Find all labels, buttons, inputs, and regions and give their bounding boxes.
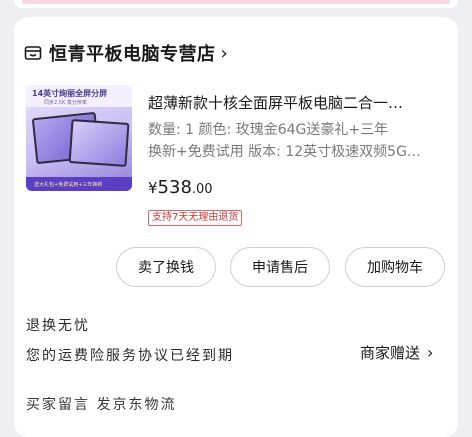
product-title[interactable]: 超薄新款十核全面屏平板电脑二合一… <box>148 92 444 113</box>
price-decimal: .00 <box>191 182 213 197</box>
tablet-image-secondary <box>68 119 130 167</box>
after-sales-button[interactable]: 申请售后 <box>230 247 330 287</box>
store-name[interactable]: 恒青平板电脑专营店 <box>49 40 216 66</box>
buyer-message: 买家留言 发京东物流 <box>26 397 177 413</box>
product-thumbnail[interactable]: 14英寸绚丽全屏分屏 同步2.5K 真分辨率 送大礼包+免费试用+三年换新 <box>26 85 132 191</box>
order-card: 恒青平板电脑专营店 › 14英寸绚丽全屏分屏 同步2.5K 真分辨率 送大礼包+… <box>14 17 458 437</box>
thumbnail-banner-subtitle: 同步2.5K 真分辨率 <box>44 100 87 106</box>
chevron-right-icon: › <box>427 343 434 362</box>
previous-card-edge <box>14 0 458 8</box>
product-spec-line-2: 换新+免费试用 版本: 12英寸极速双频5G… <box>148 144 421 160</box>
insurance-note: 您的运费险服务协议已经到期 <box>26 348 234 364</box>
merchant-gift-link[interactable]: 商家赠送 › <box>360 342 433 363</box>
previous-card-accent <box>22 0 450 4</box>
price-integer: 538 <box>157 177 192 198</box>
return-note: 退换无忧 <box>26 318 90 334</box>
price-currency: ¥ <box>148 179 158 197</box>
store-icon <box>24 46 42 60</box>
product-spec-line-1: 数量: 1 颜色: 玫瑰金64G送豪礼+三年 <box>148 122 389 138</box>
thumbnail-banner-title: 14英寸绚丽全屏分屏 <box>32 89 108 98</box>
chevron-right-icon: › <box>220 42 228 64</box>
merchant-gift-label: 商家赠送 <box>360 344 421 362</box>
product-price: ¥538.00 <box>148 177 213 198</box>
thumbnail-footer-text: 送大礼包+免费试用+三年换新 <box>34 182 103 188</box>
return-policy-badge: 支持7天无理由退货 <box>148 210 243 226</box>
add-to-cart-button[interactable]: 加购物车 <box>345 247 445 287</box>
sell-button[interactable]: 卖了换钱 <box>116 247 216 287</box>
store-header[interactable]: 恒青平板电脑专营店 › <box>24 41 228 65</box>
